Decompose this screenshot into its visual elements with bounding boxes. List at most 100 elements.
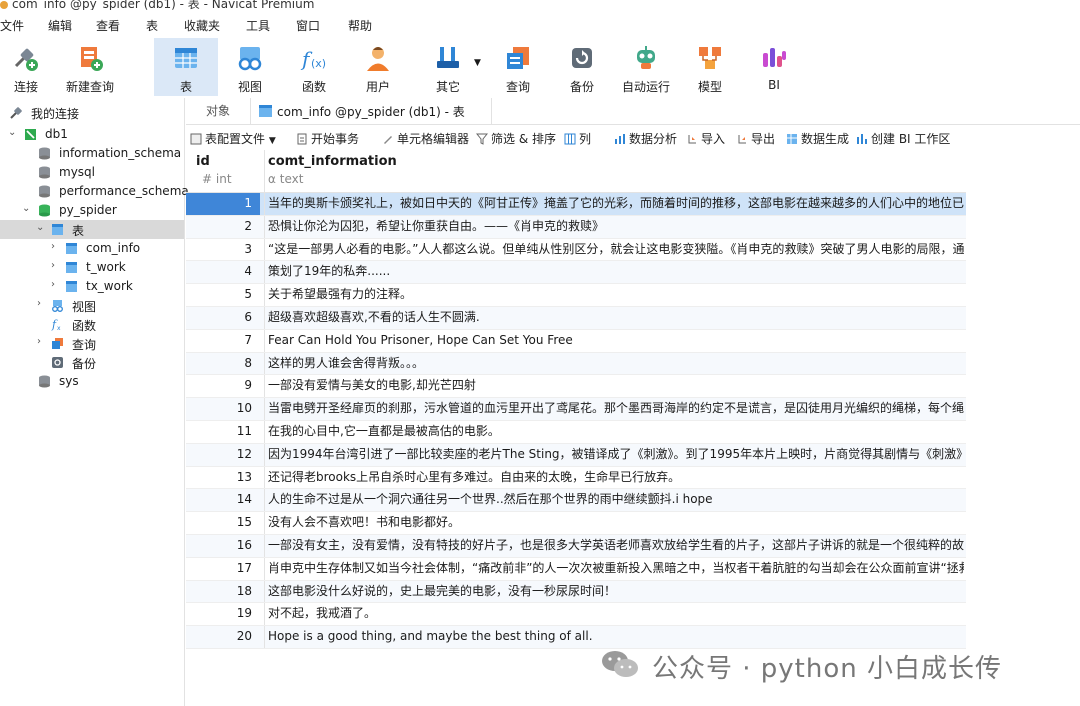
sidebar-item-information-schema[interactable]: information_schema — [0, 144, 184, 163]
menu-file[interactable]: 文件 — [0, 17, 24, 34]
cell-id[interactable]: 19 — [186, 603, 260, 625]
menu-tools[interactable]: 工具 — [246, 17, 270, 34]
tab-com-info[interactable]: com_info @py_spider (db1) - 表 — [250, 98, 492, 124]
cell-comt-information[interactable]: 这部电影没什么好说的，史上最完美的电影，没有一秒尿尿时间！ — [268, 581, 964, 602]
cell-id[interactable]: 10 — [186, 398, 260, 420]
sidebar-item-performance-schema[interactable]: performance_schema — [0, 182, 189, 201]
table-row[interactable]: 18 这部电影没什么好说的，史上最完美的电影，没有一秒尿尿时间！ — [186, 580, 966, 604]
cell-id[interactable]: 16 — [186, 535, 260, 557]
sidebar-item-sys[interactable]: sys — [0, 372, 184, 391]
cell-comt-information[interactable]: 没有人会不喜欢吧！书和电影都好。 — [268, 512, 964, 533]
sidebar-item-py-spider[interactable]: ⌄ py_spider — [0, 201, 184, 220]
cell-id[interactable]: 6 — [186, 307, 260, 329]
table-row[interactable]: 14 人的生命不过是从一个洞穴通往另一个世界..然后在那个世界的雨中继续颤抖.i … — [186, 489, 966, 513]
table-button[interactable]: 表 — [154, 38, 218, 96]
table-row[interactable]: 7 Fear Can Hold You Prisoner, Hope Can Se… — [186, 329, 966, 353]
cell-id[interactable]: 12 — [186, 444, 260, 466]
table-row[interactable]: 3 “这是一部男人必看的电影。”人人都这么说。但单纯从性别区分，就会让这电影变狭隘… — [186, 238, 966, 262]
chevron-right-icon[interactable]: › — [37, 336, 41, 347]
table-row[interactable]: 2 恐惧让你沦为囚犯，希望让你重获自由。——《肖申克的救赎》 — [186, 215, 966, 239]
chevron-down-icon[interactable]: ⌄ — [36, 222, 44, 233]
sidebar-item-t-work[interactable]: › t_work — [0, 258, 184, 277]
table-config-button[interactable]: 表配置文件 ▼ — [190, 130, 276, 147]
cell-id[interactable]: 17 — [186, 558, 260, 580]
cell-comt-information[interactable]: “这是一部男人必看的电影。”人人都这么说。但单纯从性别区分，就会让这电影变狭隘。… — [268, 239, 964, 260]
table-row[interactable]: 17 肖申克中生存体制又如当今社会体制，“痛改前非”的人一次次被重新投入黑暗之中，… — [186, 557, 966, 581]
query-button[interactable]: 查询 — [488, 38, 548, 96]
column-header-comt-information[interactable]: comt_information — [268, 154, 397, 169]
sidebar-item-backups[interactable]: 备份 — [0, 353, 184, 372]
chevron-right-icon[interactable]: › — [51, 279, 55, 290]
cell-comt-information[interactable]: 关于希望最强有力的注释。 — [268, 284, 964, 305]
cell-editor-button[interactable]: 单元格编辑器 — [382, 130, 469, 147]
cell-comt-information[interactable]: 对不起，我戒酒了。 — [268, 603, 964, 624]
user-button[interactable]: 用户 — [348, 38, 408, 96]
sidebar-item-db1[interactable]: ⌄ db1 — [0, 125, 184, 144]
menu-favorites[interactable]: 收藏夹 — [184, 17, 220, 34]
data-analysis-button[interactable]: 数据分析 — [614, 130, 677, 147]
automation-button[interactable]: 自动运行 — [616, 38, 676, 96]
cell-id[interactable]: 14 — [186, 489, 260, 511]
table-row[interactable]: 16 一部没有女主，没有爱情，没有特技的好片子，也是很多大学英语老师喜欢放给学生看… — [186, 534, 966, 558]
backup-button[interactable]: 备份 — [552, 38, 612, 96]
chevron-right-icon[interactable]: › — [37, 298, 41, 309]
sidebar-item-queries[interactable]: › 查询 — [0, 334, 184, 353]
cell-comt-information[interactable]: 因为1994年台湾引进了一部比较卖座的老片The Sting，被错译成了《刺激》… — [268, 444, 964, 465]
cell-id[interactable]: 18 — [186, 581, 260, 603]
columns-button[interactable]: 列 — [564, 130, 591, 147]
sidebar-item-com-info[interactable]: › com_info — [0, 239, 184, 258]
cell-id[interactable]: 4 — [186, 261, 260, 283]
view-button[interactable]: 视图 — [220, 38, 280, 96]
chevron-down-icon[interactable]: ⌄ — [8, 127, 16, 138]
table-row[interactable]: 12 因为1994年台湾引进了一部比较卖座的老片The Sting，被错译成了《刺… — [186, 443, 966, 467]
data-generation-button[interactable]: 数据生成 — [786, 130, 849, 147]
cell-id[interactable]: 9 — [186, 375, 260, 397]
menu-edit[interactable]: 编辑 — [48, 17, 72, 34]
cell-comt-information[interactable]: 这样的男人谁会舍得背叛。。。 — [268, 353, 964, 374]
table-row[interactable]: 19 对不起，我戒酒了。 — [186, 603, 966, 627]
cell-comt-information[interactable]: 一部没有女主，没有爱情，没有特技的好片子，也是很多大学英语老师喜欢放给学生看的片… — [268, 535, 964, 556]
begin-transaction-button[interactable]: 开始事务 — [296, 130, 359, 147]
sidebar-item-views[interactable]: › 视图 — [0, 296, 184, 315]
new-query-button[interactable]: 新建查询 — [60, 38, 120, 96]
cell-comt-information[interactable]: 人的生命不过是从一个洞穴通往另一个世界..然后在那个世界的雨中继续颤抖.i ho… — [268, 489, 964, 510]
cell-comt-information[interactable]: 还记得老brooks上吊自杀时心里有多难过。自由来的太晚，生命早已行放弃。 — [268, 467, 964, 488]
cell-id[interactable]: 2 — [186, 216, 260, 238]
import-button[interactable]: 导入 — [686, 130, 725, 147]
cell-comt-information[interactable]: 超级喜欢超级喜欢,不看的话人生不圆满. — [268, 307, 964, 328]
cell-id[interactable]: 8 — [186, 353, 260, 375]
sidebar-item-mysql[interactable]: mysql — [0, 163, 184, 182]
table-row[interactable]: 13 还记得老brooks上吊自杀时心里有多难过。自由来的太晚，生命早已行放弃。 — [186, 466, 966, 490]
table-row[interactable]: 5 关于希望最强有力的注释。 — [186, 284, 966, 307]
cell-comt-information[interactable]: 当雷电劈开圣经扉页的刹那，污水管道的血污里开出了鸢尾花。那个墨西哥海岸的约定不是… — [268, 398, 964, 419]
table-row[interactable]: 6 超级喜欢超级喜欢,不看的话人生不圆满. — [186, 306, 966, 330]
table-row[interactable]: 4 策划了19年的私奔...... — [186, 261, 966, 285]
chevron-right-icon[interactable]: › — [51, 241, 55, 252]
column-header-id[interactable]: id — [196, 154, 210, 169]
other-button[interactable]: 其它 ▼ — [418, 38, 481, 96]
function-button[interactable]: f (x) 函数 — [284, 38, 344, 96]
menu-view[interactable]: 查看 — [96, 17, 120, 34]
connection-button[interactable]: 连接 — [0, 38, 56, 96]
menu-help[interactable]: 帮助 — [348, 17, 372, 34]
cell-comt-information[interactable]: 当年的奥斯卡颁奖礼上，被如日中天的《阿甘正传》掩盖了它的光彩，而随着时间的推移，… — [268, 193, 964, 214]
cell-comt-information[interactable]: 肖申克中生存体制又如当今社会体制，“痛改前非”的人一次次被重新投入黑暗之中，当权… — [268, 558, 964, 579]
sidebar-item-tx-work[interactable]: › tx_work — [0, 277, 184, 296]
table-row[interactable]: 1 当年的奥斯卡颁奖礼上，被如日中天的《阿甘正传》掩盖了它的光彩，而随着时间的推移… — [186, 193, 966, 216]
cell-id[interactable]: 11 — [186, 421, 260, 443]
cell-comt-information[interactable]: Fear Can Hold You Prisoner, Hope Can Set… — [268, 330, 964, 351]
column-divider[interactable] — [264, 150, 265, 192]
menu-table[interactable]: 表 — [146, 17, 158, 34]
cell-id[interactable]: 7 — [186, 330, 260, 352]
cell-id[interactable]: 1 — [186, 193, 260, 215]
bi-button[interactable]: BI — [744, 38, 804, 96]
sidebar-item-functions[interactable]: fx 函数 — [0, 315, 184, 334]
table-row[interactable]: 8 这样的男人谁会舍得背叛。。。 — [186, 352, 966, 376]
filter-sort-button[interactable]: 筛选 & 排序 — [476, 130, 556, 147]
cell-id[interactable]: 20 — [186, 626, 260, 648]
cell-id[interactable]: 15 — [186, 512, 260, 534]
tab-objects[interactable]: 对象 — [186, 98, 250, 124]
cell-comt-information[interactable]: 一部没有爱情与美女的电影,却光芒四射 — [268, 375, 964, 396]
cell-id[interactable]: 13 — [186, 467, 260, 489]
cell-comt-information[interactable]: 在我的心目中,它一直都是最被高估的电影。 — [268, 421, 964, 442]
